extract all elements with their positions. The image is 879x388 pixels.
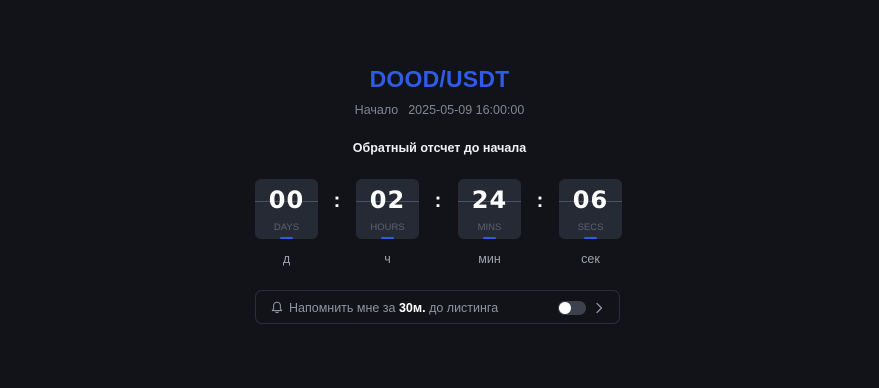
days-unit: DAYS xyxy=(273,222,300,233)
toggle-knob xyxy=(559,302,571,314)
start-time-row: Начало 2025-05-09 16:00:00 xyxy=(0,103,879,117)
mins-value: 24 xyxy=(471,186,508,214)
bell-icon xyxy=(271,301,283,314)
tile-accent-bar xyxy=(280,237,293,239)
countdown-title: Обратный отсчет до начала xyxy=(352,141,527,155)
countdown-days-tile: 00 DAYS xyxy=(255,179,318,239)
hours-unit: HOURS xyxy=(370,222,405,233)
listing-countdown-page: DOOD/USDT Начало 2025-05-09 16:00:00 Обра… xyxy=(0,0,879,388)
countdown-separator: : xyxy=(333,190,341,212)
start-label: Начало xyxy=(354,103,399,117)
reminder-text: Напомнить мне за 30м. до листинга xyxy=(289,301,498,315)
reminder-time: 30м. xyxy=(398,301,426,315)
hours-label: ч xyxy=(384,252,391,266)
days-value: 00 xyxy=(268,186,305,214)
secs-unit: SECS xyxy=(577,222,604,233)
days-label: д xyxy=(282,252,291,266)
reminder-toggle[interactable] xyxy=(558,301,586,315)
chevron-right-icon[interactable] xyxy=(595,302,603,314)
start-time: 2025-05-09 16:00:00 xyxy=(408,103,525,117)
countdown-separator: : xyxy=(434,190,442,212)
tile-accent-bar xyxy=(381,237,394,239)
tile-accent-bar xyxy=(584,237,597,239)
reminder-text-before: Напомнить мне за xyxy=(289,301,399,315)
countdown-separator: : xyxy=(536,190,544,212)
countdown-mins-tile: 24 MINS xyxy=(458,179,521,239)
countdown-secs-tile: 06 SECS xyxy=(559,179,622,239)
mins-unit: MINS xyxy=(477,222,502,233)
reminder-text-after: до листинга xyxy=(425,301,499,315)
secs-label: сек xyxy=(581,252,600,266)
secs-value: 06 xyxy=(572,186,609,214)
mins-label: мин xyxy=(478,252,501,266)
hours-value: 02 xyxy=(369,186,406,214)
reminder-row[interactable]: Напомнить мне за 30м. до листинга xyxy=(255,290,620,324)
countdown-hours-tile: 02 HOURS xyxy=(356,179,419,239)
tile-accent-bar xyxy=(483,237,496,239)
pair-title: DOOD/USDT xyxy=(369,66,510,92)
